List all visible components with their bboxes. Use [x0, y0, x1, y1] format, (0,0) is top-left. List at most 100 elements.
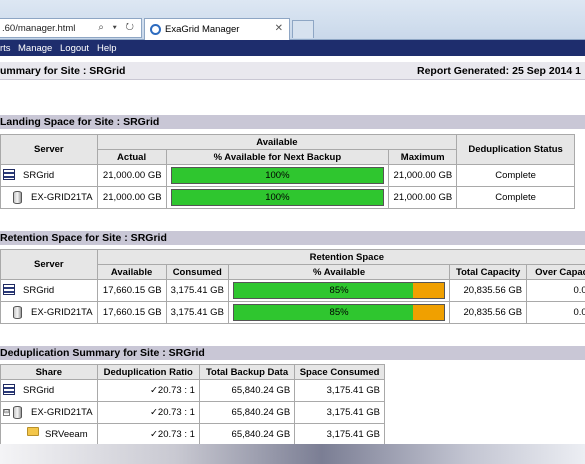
progress-bar: 85% [232, 282, 446, 299]
favicon-icon [150, 24, 161, 35]
progress-label: 100% [265, 192, 290, 203]
address-buttons[interactable]: ⌕ ▾ ↻ [98, 22, 137, 33]
server-cell[interactable]: EX-GRID21TA [0, 186, 98, 209]
retention-table: Server Retention Space Available Consume… [0, 249, 585, 324]
header-maximum: Maximum [388, 149, 458, 165]
server-name[interactable]: EX-GRID21TA [31, 307, 93, 318]
tab-title: ExaGrid Manager [165, 24, 240, 35]
header-server: Server [0, 249, 98, 280]
available-cell: 17,660.15 GB [96, 279, 167, 302]
address-bar[interactable]: .60/manager.html ⌕ ▾ ↻ [0, 18, 142, 38]
progress-bar: 100% [170, 167, 385, 184]
header-share: Share [0, 364, 98, 380]
share-cell[interactable]: ⊟ EX-GRID21TA [0, 401, 98, 424]
grid-site-icon [13, 191, 22, 204]
server-icon [3, 284, 15, 295]
ratio-cell: ✓20.73 : 1 [96, 401, 200, 424]
share-name[interactable]: EX-GRID21TA [31, 407, 93, 418]
close-icon[interactable]: ✕ [275, 23, 283, 34]
table-row[interactable]: SRGrid 21,000.00 GB 100% 21,000.00 GB Co… [0, 164, 575, 187]
header-dedup-status: Deduplication Status [456, 134, 575, 165]
server-icon [3, 384, 15, 395]
maximum-cell: 21,000.00 GB [388, 186, 458, 209]
header-over-capacity: Over Capac [526, 264, 585, 280]
over-capacity-cell: 0.00 [526, 279, 585, 302]
space-consumed-cell: 3,175.41 GB [294, 401, 385, 424]
actual-cell: 21,000.00 GB [96, 164, 167, 187]
total-capacity-cell: 20,835.56 GB [449, 301, 528, 324]
header-actual: Actual [96, 149, 167, 165]
share-cell[interactable]: SRGrid [0, 379, 98, 402]
pct-cell: 100% [165, 164, 390, 187]
landing-table: Server Available Deduplication Status Ac… [0, 134, 575, 209]
table-row[interactable]: SRGrid ✓20.73 : 1 65,840.24 GB 3,175.41 … [0, 379, 385, 402]
ratio-cell: ✓20.73 : 1 [96, 423, 200, 446]
header-server: Server [0, 134, 98, 165]
summary-header: ummary for Site : SRGrid Report Generate… [0, 62, 585, 80]
server-name[interactable]: EX-GRID21TA [31, 192, 93, 203]
ratio-cell: ✓20.73 : 1 [96, 379, 200, 402]
table-row[interactable]: EX-GRID21TA 21,000.00 GB 100% 21,000.00 … [0, 186, 575, 209]
share-cell[interactable]: SRVeeam [0, 423, 98, 446]
table-row[interactable]: EX-GRID21TA 17,660.15 GB 3,175.41 GB 85%… [0, 301, 585, 324]
share-name[interactable]: SRGrid [23, 385, 54, 396]
header-pct-next-backup: % Available for Next Backup [165, 149, 390, 165]
share-name[interactable]: SRVeeam [45, 429, 88, 440]
over-capacity-cell: 0.00 [526, 301, 585, 324]
progress-label: 85% [329, 307, 349, 318]
header-available: Available [96, 264, 167, 280]
desktop-background-strip [0, 444, 585, 464]
server-cell[interactable]: SRGrid [0, 279, 98, 302]
folder-icon [27, 427, 39, 436]
server-name[interactable]: SRGrid [23, 170, 54, 181]
header-total-backup: Total Backup Data [198, 364, 296, 380]
total-backup-cell: 65,840.24 GB [198, 379, 296, 402]
consumed-cell: 3,175.41 GB [165, 279, 229, 302]
grid-site-icon [13, 306, 22, 319]
new-tab-button[interactable] [292, 20, 314, 38]
pct-cell: 100% [165, 186, 390, 209]
total-capacity-cell: 20,835.56 GB [449, 279, 528, 302]
status-cell: Complete [456, 186, 575, 209]
space-consumed-cell: 3,175.41 GB [294, 423, 385, 446]
app-menu-bar: rts Manage Logout Help [0, 40, 585, 56]
table-row[interactable]: SRVeeam ✓20.73 : 1 65,840.24 GB 3,175.41… [0, 423, 385, 446]
space-consumed-cell: 3,175.41 GB [294, 379, 385, 402]
dedup-section-title: Deduplication Summary for Site : SRGrid [0, 346, 585, 360]
pct-cell: 85% [227, 301, 451, 324]
server-name[interactable]: SRGrid [23, 285, 54, 296]
total-backup-cell: 65,840.24 GB [198, 401, 296, 424]
menu-item-manage[interactable]: Manage [18, 43, 52, 54]
header-total-capacity: Total Capacity [449, 264, 528, 280]
collapse-icon[interactable]: ⊟ [3, 409, 10, 416]
maximum-cell: 21,000.00 GB [388, 164, 458, 187]
progress-label: 85% [329, 285, 349, 296]
header-available: Available [96, 134, 458, 150]
progress-bar: 100% [170, 189, 385, 206]
table-row[interactable]: SRGrid 17,660.15 GB 3,175.41 GB 85% 20,8… [0, 279, 585, 302]
header-space-consumed: Space Consumed [294, 364, 385, 380]
pct-cell: 85% [227, 279, 451, 302]
server-cell[interactable]: EX-GRID21TA [0, 301, 98, 324]
server-cell[interactable]: SRGrid [0, 164, 98, 187]
menu-item-help[interactable]: Help [97, 43, 117, 54]
status-cell: Complete [456, 164, 575, 187]
header-retention-space: Retention Space [96, 249, 585, 265]
menu-item-logout[interactable]: Logout [60, 43, 89, 54]
consumed-cell: 3,175.41 GB [165, 301, 229, 324]
actual-cell: 21,000.00 GB [96, 186, 167, 209]
progress-label: 100% [265, 170, 290, 181]
progress-bar: 85% [232, 304, 446, 321]
retention-section-title: Retention Space for Site : SRGrid [0, 231, 585, 245]
table-row[interactable]: ⊟ EX-GRID21TA ✓20.73 : 1 65,840.24 GB 3,1… [0, 401, 385, 424]
browser-tab[interactable]: ExaGrid Manager ✕ [144, 18, 290, 40]
total-backup-cell: 65,840.24 GB [198, 423, 296, 446]
report-generated: Report Generated: 25 Sep 2014 1 [417, 65, 581, 77]
grid-site-icon [13, 406, 22, 419]
menu-item-reports[interactable]: rts [0, 43, 11, 54]
server-icon [3, 169, 15, 180]
browser-chrome: .60/manager.html ⌕ ▾ ↻ ExaGrid Manager ✕ [0, 0, 585, 40]
summary-title: ummary for Site : SRGrid [0, 65, 126, 77]
landing-section-title: Landing Space for Site : SRGrid [0, 115, 585, 129]
address-text[interactable]: .60/manager.html [2, 23, 75, 34]
